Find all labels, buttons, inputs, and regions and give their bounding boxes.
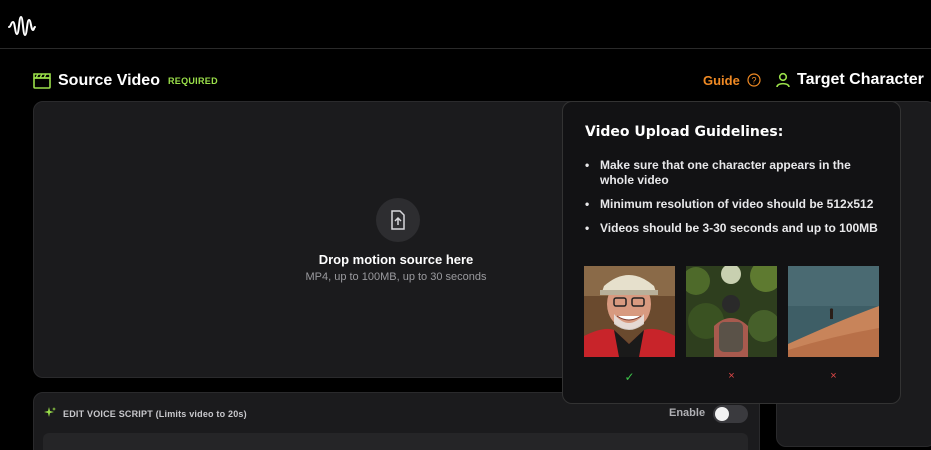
voice-script-label: EDIT VOICE SCRIPT (Limits video to 20s) [63, 409, 247, 419]
cross-icon: × [728, 370, 735, 382]
voice-script-input[interactable] [43, 433, 748, 450]
help-circle-icon[interactable]: ? [747, 73, 761, 87]
example-image-good [584, 266, 675, 357]
toggle-knob [715, 407, 729, 421]
guidelines-popover: Video Upload Guidelines: Make sure that … [562, 101, 901, 404]
guideline-item: Videos should be 3-30 seconds and up to … [585, 221, 885, 236]
guideline-item: Make sure that one character appears in … [585, 158, 885, 188]
svg-text:?: ? [751, 76, 756, 86]
top-bar [0, 0, 931, 49]
source-video-header: Source Video REQUIRED [33, 70, 218, 92]
voice-script-toggle[interactable] [713, 405, 748, 423]
source-video-dropzone[interactable]: Drop motion source here MP4, up to 100MB… [33, 101, 593, 378]
clapperboard-icon [33, 73, 51, 89]
example-image-bad [788, 266, 879, 357]
waveform-logo-icon[interactable] [8, 14, 36, 38]
file-upload-icon [391, 210, 405, 230]
guideline-list: Make sure that one character appears in … [585, 158, 885, 245]
required-badge: REQUIRED [167, 76, 218, 86]
upload-button[interactable] [376, 198, 420, 242]
sparkle-icon [44, 407, 56, 417]
guideline-item: Minimum resolution of video should be 51… [585, 197, 885, 212]
guide-link[interactable]: Guide [703, 73, 740, 88]
check-icon: ✓ [624, 370, 635, 384]
target-character-title: Target Character [797, 71, 924, 88]
enable-label: Enable [669, 407, 706, 419]
source-video-title: Source Video [58, 72, 160, 89]
popover-title: Video Upload Guidelines: [585, 124, 784, 140]
example-image-bad [686, 266, 777, 357]
person-icon [776, 72, 790, 88]
cross-icon: × [830, 370, 837, 382]
